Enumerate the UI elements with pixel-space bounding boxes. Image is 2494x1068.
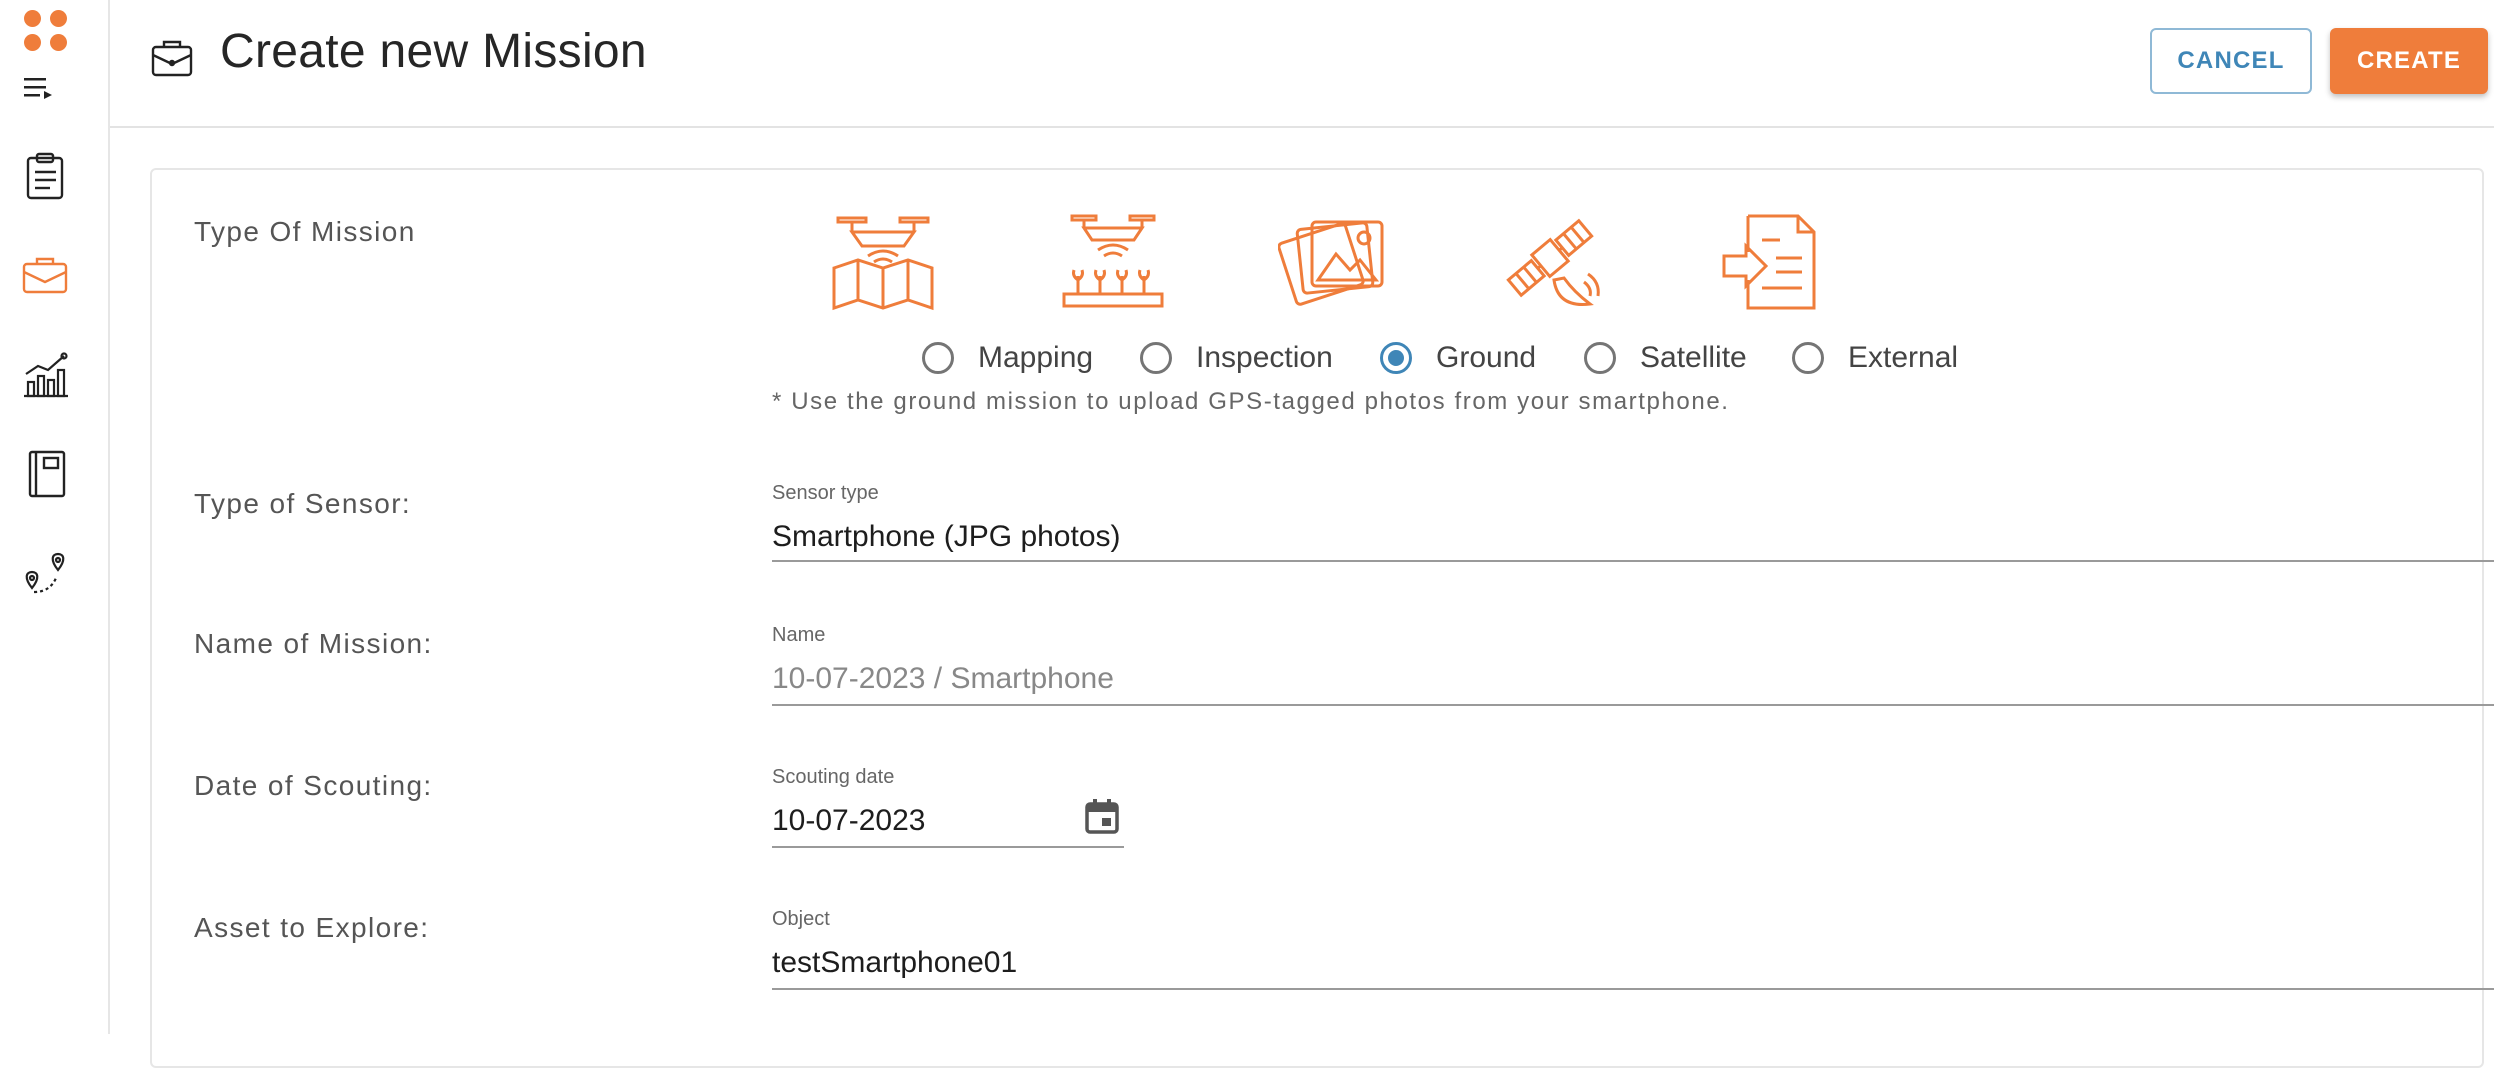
date-row-label: Date of Scouting: <box>194 770 433 801</box>
sensor-field-label: Sensor type <box>772 482 879 504</box>
chart-icon[interactable] <box>20 350 72 402</box>
scouting-date-input[interactable]: Scouting date 10-07-2023 <box>772 766 2494 850</box>
import-file-icon[interactable] <box>1718 210 1828 314</box>
calendar-icon[interactable] <box>1082 796 1122 836</box>
briefcase-icon[interactable] <box>20 250 72 302</box>
sidebar <box>0 0 110 1034</box>
mission-form-card: Type Of Mission Mapping Inspection Groun… <box>150 168 2494 1068</box>
radio-label: Ground <box>1436 341 1537 374</box>
radio-ground[interactable]: Ground <box>1380 336 1536 380</box>
name-row-label: Name of Mission: <box>194 628 433 659</box>
app-logo[interactable] <box>24 10 70 56</box>
field-underline <box>772 988 2494 990</box>
name-placeholder: 10-07-2023 / Smartphone <box>772 662 1114 695</box>
sensor-type-select[interactable]: Sensor type Smartphone (JPG photos) <box>772 482 2494 562</box>
cancel-button[interactable]: CANCEL <box>2150 28 2312 94</box>
date-field-label: Scouting date <box>772 766 895 788</box>
radio-button[interactable] <box>1584 342 1616 374</box>
radio-button-selected[interactable] <box>1380 342 1412 374</box>
radio-button[interactable] <box>1792 342 1824 374</box>
radio-label: External <box>1848 341 1959 374</box>
radio-external[interactable]: External <box>1792 336 1958 380</box>
field-underline <box>772 846 1124 848</box>
mission-hint: * Use the ground mission to upload GPS-t… <box>772 388 1730 415</box>
radio-inspection[interactable]: Inspection <box>1140 336 1333 380</box>
drone-map-icon[interactable] <box>828 210 938 314</box>
create-button[interactable]: CREATE <box>2330 28 2488 94</box>
page-title: Create new Mission <box>220 25 647 78</box>
field-underline <box>772 560 2494 562</box>
asset-object-select[interactable]: Object testSmartphone01 <box>772 908 2494 992</box>
radio-label: Mapping <box>978 341 1094 374</box>
route-icon[interactable] <box>20 548 72 600</box>
notebook-icon[interactable] <box>20 448 72 500</box>
briefcase-icon <box>151 40 193 77</box>
sensor-row-label: Type of Sensor: <box>194 488 412 519</box>
sensor-value: Smartphone (JPG photos) <box>772 520 1121 553</box>
radio-button[interactable] <box>1140 342 1172 374</box>
date-value: 10-07-2023 <box>772 804 926 837</box>
photos-icon[interactable] <box>1278 210 1388 314</box>
drone-crops-icon[interactable] <box>1058 210 1168 314</box>
asset-value: testSmartphone01 <box>772 946 1018 979</box>
name-field-label: Name <box>772 624 826 646</box>
mission-type-label: Type Of Mission <box>194 216 416 247</box>
radio-mapping[interactable]: Mapping <box>922 336 1093 380</box>
satellite-icon[interactable] <box>1498 210 1608 314</box>
field-underline <box>772 704 2494 706</box>
radio-satellite[interactable]: Satellite <box>1584 336 1747 380</box>
asset-field-label: Object <box>772 908 830 930</box>
radio-label: Inspection <box>1196 341 1333 374</box>
clipboard-icon[interactable] <box>20 150 72 202</box>
page-header: Create new Mission CANCEL CREATE <box>110 0 2494 128</box>
menu-toggle-icon[interactable] <box>24 76 56 102</box>
radio-label: Satellite <box>1640 341 1747 374</box>
asset-row-label: Asset to Explore: <box>194 912 430 943</box>
radio-button[interactable] <box>922 342 954 374</box>
mission-name-input[interactable]: Name 10-07-2023 / Smartphone <box>772 624 2494 708</box>
